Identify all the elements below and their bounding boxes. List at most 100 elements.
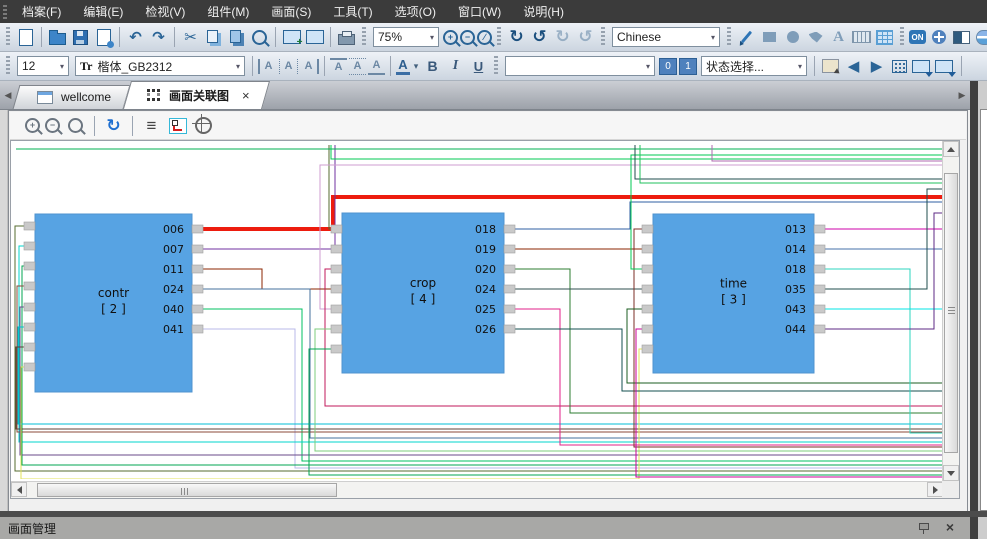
output-pin[interactable] [504,265,515,273]
input-pin[interactable] [24,282,35,290]
input-pin[interactable] [331,345,342,353]
edit-touch-icon[interactable] [820,56,841,77]
input-pin[interactable] [24,303,35,311]
output-pin[interactable] [504,225,515,233]
monitor-apply-icon[interactable] [935,56,956,77]
menu-item-1[interactable]: 编辑(E) [72,0,134,23]
tab-scroll-right-icon[interactable]: ▶ [954,85,970,105]
valign-top-icon[interactable]: A [330,58,347,75]
input-pin[interactable] [24,323,35,331]
output-pin[interactable] [504,245,515,253]
output-pin[interactable] [192,245,203,253]
halign-center-icon[interactable]: A [279,59,298,74]
menu-item-4[interactable]: 画面(S) [260,0,322,23]
ellipse-tool-icon[interactable] [782,27,803,48]
horizontal-scrollbar-thumb[interactable] [37,483,337,497]
rotate-ccw-icon[interactable]: ↺ [529,27,550,48]
output-pin[interactable] [192,305,203,313]
prev-screen-icon[interactable]: ◀ [843,56,864,77]
screen-block-contr[interactable]: 006007011024040041contr[ 2 ] [24,214,203,392]
menu-item-6[interactable]: 选项(O) [384,0,447,23]
menu-item-2[interactable]: 检视(V) [134,0,196,23]
input-pin[interactable] [331,305,342,313]
output-pin[interactable] [192,265,203,273]
zoom-icon[interactable] [65,115,86,136]
input-pin[interactable] [642,345,653,353]
menu-item-0[interactable]: 档案(F) [11,0,72,23]
grid-tool-icon[interactable] [874,27,895,48]
valign-bottom-icon[interactable]: A [368,58,385,75]
locate-icon[interactable] [193,115,214,136]
zoom-out-icon[interactable]: − [45,118,60,133]
input-pin[interactable] [331,285,342,293]
input-pin[interactable] [24,363,35,371]
scroll-up-icon[interactable] [943,141,959,157]
scroll-right-icon[interactable] [927,482,943,497]
rectangle-tool-icon[interactable] [759,27,780,48]
fan-widget-icon[interactable] [928,27,949,48]
horizontal-scrollbar[interactable] [11,481,943,498]
menu-item-7[interactable]: 窗口(W) [447,0,512,23]
output-pin[interactable] [814,225,825,233]
output-pin[interactable] [814,325,825,333]
dots-grid-icon[interactable] [889,56,910,77]
menu-item-3[interactable]: 组件(M) [196,0,260,23]
output-pin[interactable] [814,245,825,253]
refresh-icon[interactable]: ↻ [103,115,124,136]
zoom-level-select[interactable]: 75%▾ [373,27,439,47]
vertical-scrollbar-thumb[interactable] [944,173,958,453]
save-icon[interactable] [70,27,91,48]
tab-close-icon[interactable]: × [242,88,250,103]
output-pin[interactable] [504,285,515,293]
undo-icon[interactable]: ↶ [125,27,146,48]
menu-item-8[interactable]: 说明(H) [512,0,575,23]
output-pin[interactable] [814,285,825,293]
pen-tool-icon[interactable] [736,27,757,48]
input-pin[interactable] [642,245,653,253]
input-pin[interactable] [331,225,342,233]
cut-icon[interactable]: ✂ [180,27,201,48]
scroll-left-icon[interactable] [11,482,27,497]
polygon-tool-icon[interactable] [805,27,826,48]
input-pin[interactable] [24,222,35,230]
tab-screen-relation-diagram[interactable]: 画面关联图 × [127,81,266,109]
route-view-icon[interactable] [167,115,188,136]
paste-icon[interactable] [226,27,247,48]
line-style-icon[interactable]: ≡ [141,115,162,136]
italic-icon[interactable]: I [445,56,466,77]
language-select[interactable]: Chinese▾ [612,27,720,47]
halign-left-icon[interactable]: A [258,59,277,74]
rotate-ccw-disabled-icon[interactable]: ↺ [575,27,596,48]
zoom-in-icon[interactable]: + [25,118,40,133]
text-tool-icon[interactable]: A [828,27,849,48]
new-document-icon[interactable] [15,27,36,48]
font-size-select[interactable]: 12▾ [17,56,69,76]
halign-right-icon[interactable]: A [300,59,319,74]
empty-select[interactable]: ▾ [505,56,655,76]
rotate-cw-icon[interactable]: ↻ [506,27,527,48]
panel-close-icon[interactable]: × [946,519,954,535]
input-pin[interactable] [642,305,653,313]
input-pin[interactable] [24,343,35,351]
input-pin[interactable] [24,242,35,250]
screen-block-time[interactable]: 013014018035043044time[ 3 ] [642,214,825,373]
zoom-out-icon[interactable]: − [460,30,475,45]
rotate-cw-disabled-icon[interactable]: ↻ [552,27,573,48]
redo-icon[interactable]: ↷ [148,27,169,48]
input-pin[interactable] [642,325,653,333]
tab-wellcome[interactable]: wellcome [16,85,127,109]
open-file-icon[interactable] [47,27,68,48]
zoom-in-icon[interactable]: + [443,30,458,45]
input-pin[interactable] [331,265,342,273]
font-color-icon[interactable]: A [396,57,410,75]
state-0-button[interactable]: 0 [659,58,677,75]
input-pin[interactable] [642,225,653,233]
print-icon[interactable] [336,27,357,48]
state-select[interactable]: 状态选择...▾ [701,56,807,76]
output-pin[interactable] [504,325,515,333]
next-screen-icon[interactable]: ▶ [866,56,887,77]
output-pin[interactable] [814,305,825,313]
scale-tool-icon[interactable] [851,27,872,48]
meter-widget-icon[interactable] [974,27,987,48]
output-pin[interactable] [192,285,203,293]
